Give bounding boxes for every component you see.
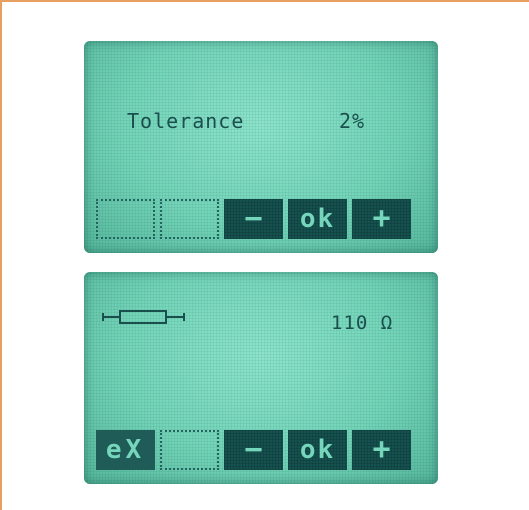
decrement-button[interactable]: −	[224, 430, 283, 470]
plus-icon: +	[372, 432, 391, 467]
lcd-screen-resistance: 110 Ω eX − ok +	[84, 272, 438, 484]
softkey-bar: − ok +	[96, 199, 411, 241]
softkey-bar: eX − ok +	[96, 430, 411, 472]
softkey-2-empty[interactable]	[160, 430, 219, 470]
increment-button[interactable]: +	[352, 199, 411, 239]
softkey-1-empty[interactable]	[96, 199, 155, 239]
lcd-screen-tolerance: Tolerance 2% − ok +	[84, 41, 438, 253]
ok-label: ok	[299, 435, 336, 465]
decrement-button[interactable]: −	[224, 199, 283, 239]
resistance-value: 110 Ω	[331, 312, 394, 334]
plus-icon: +	[372, 201, 391, 236]
ok-label: ok	[299, 204, 336, 234]
minus-icon: −	[244, 432, 263, 467]
exit-label: eX	[105, 435, 146, 465]
parameter-value: 2%	[339, 109, 366, 133]
exit-button[interactable]: eX	[96, 430, 155, 470]
parameter-label: Tolerance	[127, 109, 245, 133]
increment-button[interactable]: +	[352, 430, 411, 470]
ok-button[interactable]: ok	[288, 430, 347, 470]
softkey-2-empty[interactable]	[160, 199, 219, 239]
minus-icon: −	[244, 201, 263, 236]
resistor-icon	[102, 310, 185, 324]
ok-button[interactable]: ok	[288, 199, 347, 239]
